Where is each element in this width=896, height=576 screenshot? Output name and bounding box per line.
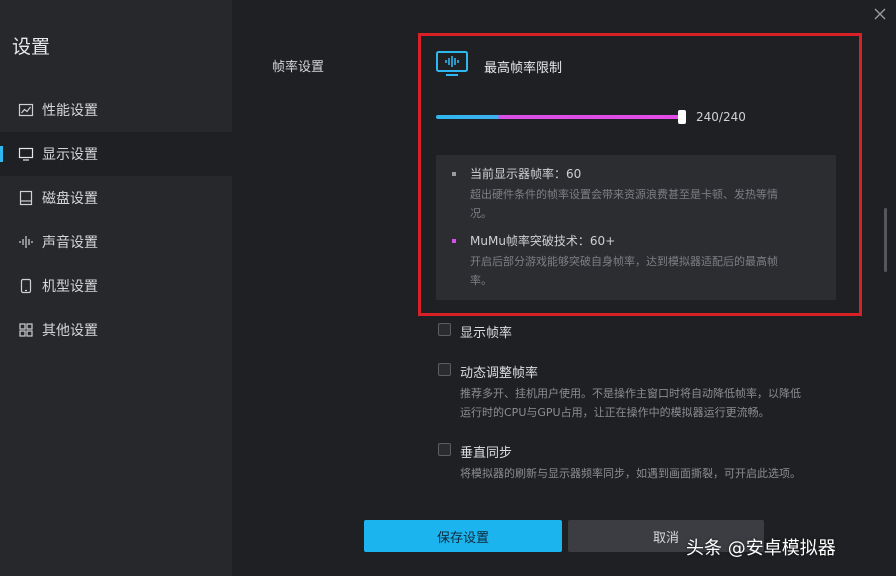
chart-line-icon [18, 102, 34, 118]
monitor-icon [18, 146, 34, 162]
phone-icon [18, 278, 34, 294]
sidebar: 设置 性能设置 显示设置 磁盘设置 声音设置 机型设置 其他设置 [0, 0, 232, 576]
info-item-monitor-fps: 当前显示器帧率：60 超出硬件条件的帧率设置会带来资源浪费甚至是卡顿、发热等情 … [452, 165, 824, 223]
disk-icon [18, 190, 34, 206]
save-button[interactable]: 保存设置 [364, 520, 562, 552]
info-title: 当前显示器帧率：60 [470, 167, 582, 181]
sidebar-item-label: 声音设置 [42, 235, 98, 251]
dynamic-fps-description: 推荐多开、挂机用户使用。不是操作主窗口时将自动降低帧率，以降低 运行时的CPU与… [460, 384, 850, 422]
sidebar-item-disk[interactable]: 磁盘设置 [0, 176, 232, 220]
info-item-mumu-boost: MuMu帧率突破技术：60+ 开启后部分游戏能够突破自身帧率，达到模拟器适配后的… [452, 232, 824, 290]
sidebar-item-device[interactable]: 机型设置 [0, 264, 232, 308]
sidebar-item-performance[interactable]: 性能设置 [0, 88, 232, 132]
description-line: 将模拟器的刷新与显示器频率同步，如遇到画面撕裂，可开启此选项。 [460, 467, 801, 480]
page-title: 设置 [12, 36, 51, 58]
vsync-label[interactable]: 垂直同步 [460, 442, 512, 461]
dynamic-fps-checkbox[interactable] [438, 363, 451, 376]
info-description: 开启后部分游戏能够突破自身帧率，达到模拟器适配后的最高帧 率。 [452, 252, 824, 290]
fps-monitor-icon [436, 51, 468, 77]
sidebar-item-label: 性能设置 [42, 103, 98, 119]
watermark: 头条 @安卓模拟器 [686, 538, 836, 559]
description-line: 运行时的CPU与GPU占用，让正在操作中的模拟器运行更流畅。 [460, 406, 770, 419]
info-description-line: 开启后部分游戏能够突破自身帧率，达到模拟器适配后的最高帧 [470, 255, 778, 268]
info-description-line: 率。 [470, 274, 492, 287]
sidebar-item-other[interactable]: 其他设置 [0, 308, 232, 352]
section-label: 帧率设置 [272, 60, 325, 75]
vsync-checkbox[interactable] [438, 443, 451, 456]
show-fps-checkbox[interactable] [438, 323, 451, 336]
grid-icon [18, 322, 34, 338]
sound-wave-icon [18, 234, 34, 250]
fps-limit-slider-handle[interactable] [678, 110, 686, 124]
info-description-line: 况。 [470, 207, 492, 220]
sidebar-item-sound[interactable]: 声音设置 [0, 220, 232, 264]
description-line: 推荐多开、挂机用户使用。不是操作主窗口时将自动降低帧率，以降低 [460, 387, 801, 400]
sidebar-item-label: 显示设置 [42, 147, 98, 163]
info-description: 超出硬件条件的帧率设置会带来资源浪费甚至是卡顿、发热等情 况。 [452, 185, 824, 223]
dynamic-fps-label[interactable]: 动态调整帧率 [460, 362, 538, 381]
close-icon[interactable] [872, 6, 888, 22]
sidebar-nav: 性能设置 显示设置 磁盘设置 声音设置 机型设置 其他设置 [0, 88, 232, 352]
bullet-icon [452, 239, 456, 243]
fps-limit-slider[interactable] [436, 115, 682, 119]
sidebar-item-label: 磁盘设置 [42, 191, 98, 207]
info-description-line: 超出硬件条件的帧率设置会带来资源浪费甚至是卡顿、发热等情 [470, 188, 778, 201]
vsync-description: 将模拟器的刷新与显示器频率同步，如遇到画面撕裂，可开启此选项。 [460, 464, 850, 483]
fps-info-panel: 当前显示器帧率：60 超出硬件条件的帧率设置会带来资源浪费甚至是卡顿、发热等情 … [436, 155, 836, 300]
fps-limit-title: 最高帧率限制 [484, 61, 563, 76]
sidebar-item-label: 其他设置 [42, 323, 98, 339]
bullet-icon [452, 172, 456, 176]
show-fps-label[interactable]: 显示帧率 [460, 322, 512, 341]
scrollbar-thumb[interactable] [884, 208, 887, 272]
info-title: MuMu帧率突破技术：60+ [470, 234, 616, 248]
sidebar-item-display[interactable]: 显示设置 [0, 132, 232, 176]
sidebar-item-label: 机型设置 [42, 279, 98, 295]
fps-limit-value: 240/240 [696, 110, 746, 124]
